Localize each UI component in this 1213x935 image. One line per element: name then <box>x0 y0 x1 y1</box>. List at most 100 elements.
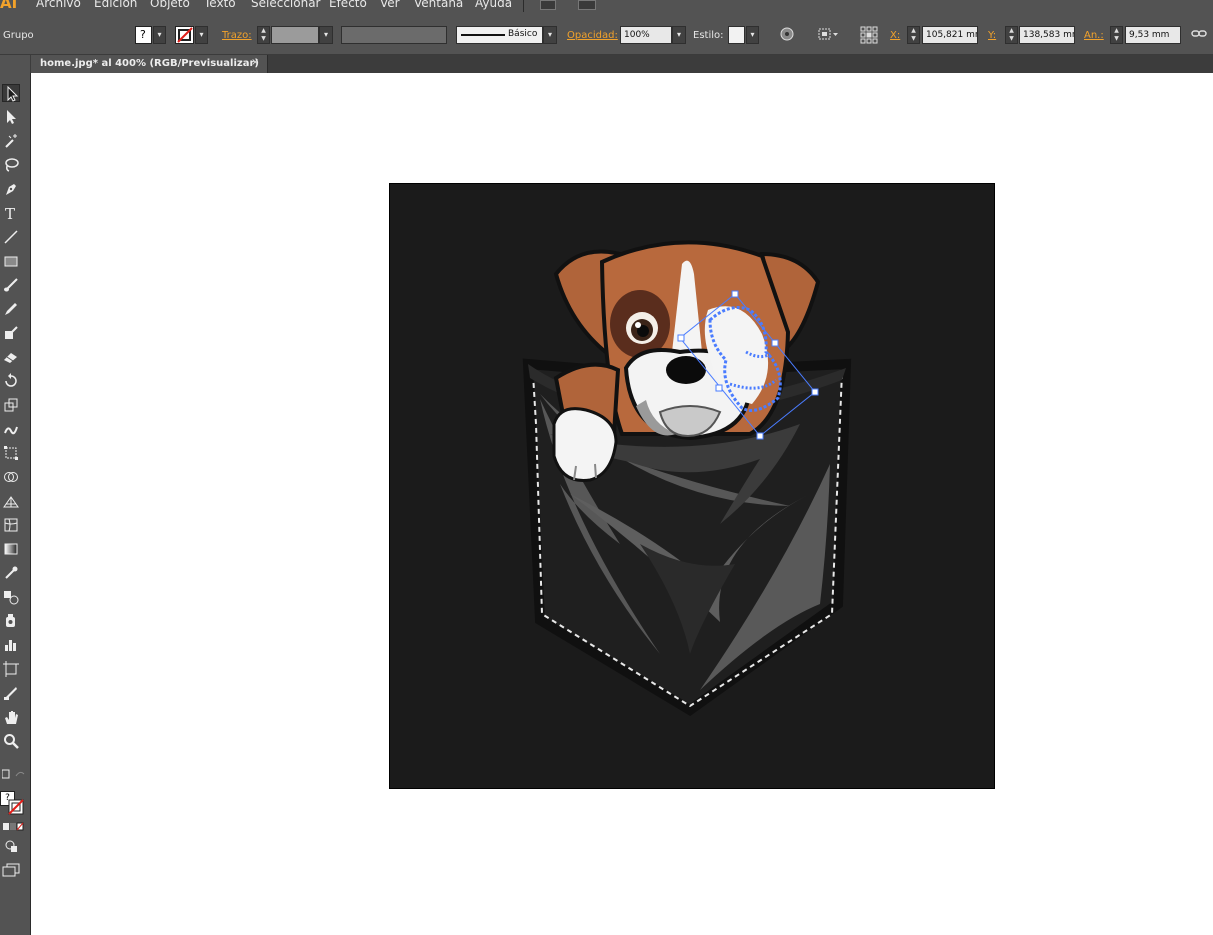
opacity-field[interactable]: 100% <box>620 26 672 44</box>
y-stepper[interactable]: ▲ ▼ <box>1005 26 1018 44</box>
selection-handle <box>811 388 819 396</box>
zoom-tool-icon[interactable] <box>2 732 20 750</box>
menu-ayuda[interactable]: Ayuda <box>475 0 512 10</box>
reference-point-icon[interactable] <box>860 26 880 44</box>
document-tab-bar: home.jpg* al 400% (RGB/Previsualizar) × <box>0 55 1213 73</box>
menu-ver[interactable]: Ver <box>380 0 400 10</box>
y-position-field[interactable]: 138,583 mm <box>1019 26 1075 44</box>
brush-profile-label: Básico <box>508 29 538 39</box>
question-mark-icon: ? <box>140 28 146 41</box>
stroke-weight-field[interactable] <box>271 26 319 44</box>
brush-definition-field[interactable]: Básico <box>456 26 543 44</box>
stroke-none-icon[interactable] <box>8 799 24 815</box>
stroke-dropdown[interactable]: ▾ <box>195 26 208 44</box>
column-graph-tool-icon[interactable] <box>2 636 20 654</box>
stroke-swatch[interactable] <box>175 26 194 44</box>
constrain-proportions-icon[interactable] <box>1191 26 1209 44</box>
selection-handle <box>771 339 779 347</box>
stroke-weight-stepper[interactable]: ▲ ▼ <box>257 26 270 44</box>
brush-definition-dropdown[interactable]: ▾ <box>543 26 557 44</box>
menu-separator <box>523 0 524 12</box>
graphic-style-dropdown[interactable]: ▾ <box>746 26 759 44</box>
mesh-tool-icon[interactable] <box>2 516 20 534</box>
menu-efecto[interactable]: Efecto <box>329 0 367 10</box>
menu-texto[interactable]: Texto <box>204 0 236 10</box>
document-tab-title: home.jpg* al 400% (RGB/Previsualizar) <box>40 58 259 69</box>
shape-builder-tool-icon[interactable] <box>2 468 20 486</box>
graphic-style-swatch[interactable] <box>728 26 745 44</box>
selection-tool-icon[interactable] <box>2 84 20 102</box>
rotate-tool-icon[interactable] <box>2 372 20 390</box>
y-label[interactable]: Y: <box>988 30 996 41</box>
menu-edicion[interactable]: Edición <box>94 0 137 10</box>
variable-width-profile[interactable] <box>341 26 447 44</box>
stroke-weight-dropdown[interactable]: ▾ <box>319 26 333 44</box>
document-tab[interactable]: home.jpg* al 400% (RGB/Previsualizar) × <box>31 55 268 73</box>
no-stroke-icon <box>177 27 193 43</box>
bridge-button[interactable] <box>540 0 556 10</box>
trazo-label[interactable]: Trazo: <box>222 30 252 41</box>
scale-tool-icon[interactable] <box>2 396 20 414</box>
control-bar: Grupo ? ▾ ▾ Trazo: ▲ ▼ ▾ Básico ▾ Opacida… <box>0 12 1213 55</box>
width-field[interactable]: 9,53 mm <box>1125 26 1181 44</box>
opacity-dropdown[interactable]: ▾ <box>672 26 686 44</box>
width-label[interactable]: An.: <box>1084 30 1104 41</box>
fill-dropdown[interactable]: ▾ <box>153 26 166 44</box>
pencil-tool-icon[interactable] <box>2 300 20 318</box>
symbol-sprayer-tool-icon[interactable] <box>2 612 20 630</box>
arrange-documents-button[interactable] <box>578 0 596 10</box>
menu-archivo[interactable]: Archivo <box>36 0 81 10</box>
selection-handle <box>731 290 739 298</box>
isolate-group-icon[interactable] <box>817 26 841 44</box>
menu-seleccionar[interactable]: Seleccionar <box>251 0 320 10</box>
x-label[interactable]: X: <box>890 30 900 41</box>
swap-fill-stroke-icon[interactable] <box>1 768 26 780</box>
estilo-label: Estilo: <box>693 30 724 41</box>
x-position-field[interactable]: 105,821 mm <box>922 26 978 44</box>
menu-bar: AI Archivo Edición Objeto Texto Seleccio… <box>0 0 1213 12</box>
type-tool-icon[interactable]: T <box>2 204 20 222</box>
screen-mode-icon[interactable] <box>2 863 20 877</box>
pen-tool-icon[interactable] <box>2 180 20 198</box>
selection-handle <box>715 384 723 392</box>
selection-handle <box>756 432 764 440</box>
dog-paw <box>552 407 618 482</box>
panel-grip[interactable] <box>0 55 30 73</box>
draw-mode-icon[interactable] <box>4 839 18 853</box>
opacidad-label[interactable]: Opacidad: <box>567 30 618 41</box>
artboard[interactable] <box>389 183 995 789</box>
perspective-grid-tool-icon[interactable] <box>2 492 20 510</box>
blob-brush-tool-icon[interactable] <box>2 324 20 342</box>
fill-swatch[interactable]: ? <box>135 26 152 44</box>
magic-wand-tool-icon[interactable] <box>2 132 20 150</box>
color-mode-buttons[interactable] <box>2 822 24 832</box>
selection-handle <box>677 334 685 342</box>
dog-nose <box>666 356 706 384</box>
slice-tool-icon[interactable] <box>2 684 20 702</box>
document-canvas[interactable] <box>31 74 1213 935</box>
hand-tool-icon[interactable] <box>2 708 20 726</box>
warp-tool-icon[interactable] <box>2 420 20 438</box>
free-transform-tool-icon[interactable] <box>2 444 20 462</box>
fill-stroke-widget[interactable]: ? <box>0 791 26 817</box>
rectangle-tool-icon[interactable] <box>2 252 20 270</box>
eraser-tool-icon[interactable] <box>2 348 20 366</box>
direct-selection-tool-icon[interactable] <box>2 108 20 126</box>
width-stepper[interactable]: ▲ ▼ <box>1110 26 1123 44</box>
boxer-puppy-in-pocket-artwork <box>522 240 852 716</box>
close-tab-icon[interactable]: × <box>251 57 259 68</box>
eyedropper-tool-icon[interactable] <box>2 564 20 582</box>
lasso-tool-icon[interactable] <box>2 156 20 174</box>
tools-panel: T ? <box>0 73 31 935</box>
gradient-tool-icon[interactable] <box>2 540 20 558</box>
paintbrush-tool-icon[interactable] <box>2 276 20 294</box>
recolor-artwork-icon[interactable] <box>779 26 797 44</box>
menu-objeto[interactable]: Objeto <box>150 0 190 10</box>
brush-stroke-line <box>461 34 505 36</box>
artboard-tool-icon[interactable] <box>2 660 20 678</box>
x-stepper[interactable]: ▲ ▼ <box>907 26 920 44</box>
svg-text:T: T <box>5 205 15 221</box>
line-segment-tool-icon[interactable] <box>2 228 20 246</box>
menu-ventana[interactable]: Ventana <box>414 0 463 10</box>
blend-tool-icon[interactable] <box>2 588 20 606</box>
